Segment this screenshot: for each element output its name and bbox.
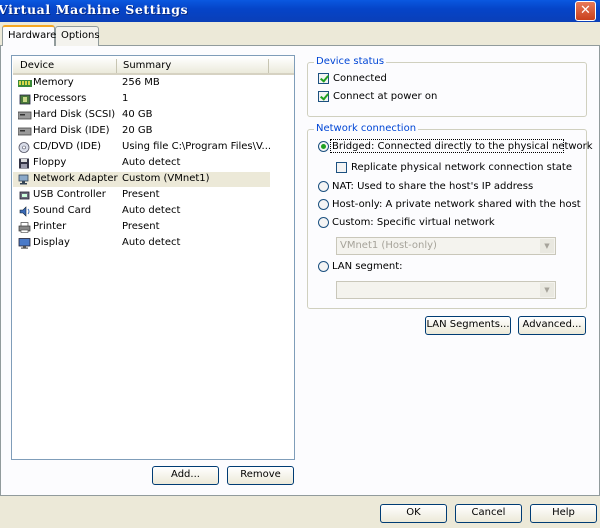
- chevron-down-icon: ▼: [540, 283, 554, 297]
- device-row-floppy[interactable]: Floppy Auto detect: [13, 156, 270, 171]
- device-status-title: Device status: [314, 56, 387, 67]
- device-list-header: Device Summary: [13, 57, 270, 75]
- lan-segments-button[interactable]: LAN Segments...: [425, 316, 511, 335]
- add-button[interactable]: Add...: [152, 466, 219, 485]
- window-title: Virtual Machine Settings: [0, 2, 189, 17]
- custom-network-value: VMnet1 (Host-only): [340, 240, 437, 251]
- device-summary: 1: [122, 93, 129, 104]
- host-only-radio[interactable]: [318, 199, 329, 210]
- replicate-state-label: Replicate physical network connection st…: [351, 162, 573, 173]
- device-summary: Using file C:\Program Files\V...: [122, 141, 272, 152]
- device-summary: Custom (VMnet1): [122, 173, 210, 184]
- device-row-usb-controller[interactable]: USB Controller Present: [13, 188, 270, 203]
- connect-at-power-on-label: Connect at power on: [333, 91, 438, 102]
- lan-segment-label: LAN segment:: [332, 261, 403, 272]
- device-name: Floppy: [33, 157, 67, 168]
- device-summary: Auto detect: [122, 237, 181, 248]
- tab-options[interactable]: Options: [55, 26, 100, 46]
- column-header-device[interactable]: Device: [20, 60, 54, 71]
- connected-label: Connected: [333, 73, 387, 84]
- nat-label: NAT: Used to share the host's IP address: [332, 181, 534, 192]
- device-summary: Auto detect: [122, 205, 181, 216]
- device-name: Sound Card: [33, 205, 92, 216]
- device-row-hard-disk-scsi[interactable]: Hard Disk (SCSI) 40 GB: [13, 108, 270, 123]
- custom-label: Custom: Specific virtual network: [332, 217, 495, 228]
- sound-card-icon: [19, 206, 30, 217]
- device-row-hard-disk-ide[interactable]: Hard Disk (IDE) 20 GB: [13, 124, 270, 139]
- device-row-sound-card[interactable]: Sound Card Auto detect: [13, 204, 270, 219]
- device-summary: Auto detect: [122, 157, 181, 168]
- device-row-cd-dvd[interactable]: CD/DVD (IDE) Using file C:\Program Files…: [13, 140, 272, 155]
- title-bar: Virtual Machine Settings ✕: [0, 0, 600, 22]
- bridged-label: Bridged: Connected directly to the physi…: [332, 141, 593, 152]
- device-name: Printer: [33, 221, 67, 232]
- device-name: CD/DVD (IDE): [33, 141, 102, 152]
- floppy-icon: [19, 158, 29, 169]
- remove-button[interactable]: Remove: [227, 466, 294, 485]
- lan-segment-select[interactable]: ▼: [336, 281, 556, 299]
- device-row-network-adapter[interactable]: Network Adapter Custom (VMnet1): [13, 172, 270, 187]
- device-summary: 20 GB: [122, 125, 153, 136]
- device-list[interactable]: Device Summary Memory 256 MB Processors …: [11, 55, 295, 460]
- device-name: Display: [33, 237, 70, 248]
- device-name: Hard Disk (SCSI): [33, 109, 116, 120]
- cancel-button[interactable]: Cancel: [455, 504, 522, 523]
- usb-icon: [19, 191, 30, 200]
- replicate-state-checkbox[interactable]: [336, 162, 347, 173]
- display-icon: [18, 238, 31, 249]
- device-summary: Present: [122, 189, 160, 200]
- device-name: Processors: [33, 93, 87, 104]
- device-status-group: Device status: [307, 56, 587, 117]
- network-adapter-icon: [18, 174, 29, 185]
- network-connection-title: Network connection: [314, 123, 419, 134]
- memory-icon: [18, 80, 32, 87]
- printer-icon: [18, 222, 31, 233]
- hard-disk-icon: [18, 127, 32, 136]
- connected-checkbox[interactable]: [318, 73, 329, 84]
- nat-radio[interactable]: [318, 181, 329, 192]
- device-name: Memory: [33, 77, 74, 88]
- device-name: Network Adapter: [33, 173, 118, 184]
- device-summary: 40 GB: [122, 109, 153, 120]
- chevron-down-icon: ▼: [540, 239, 554, 253]
- device-row-display[interactable]: Display Auto detect: [13, 236, 270, 251]
- device-row-memory[interactable]: Memory 256 MB: [13, 76, 270, 91]
- custom-radio[interactable]: [318, 217, 329, 228]
- ok-button[interactable]: OK: [380, 504, 447, 523]
- device-row-printer[interactable]: Printer Present: [13, 220, 270, 235]
- column-header-summary[interactable]: Summary: [123, 60, 171, 71]
- cd-dvd-icon: [18, 142, 30, 153]
- device-row-processors[interactable]: Processors 1: [13, 92, 270, 107]
- tab-hardware[interactable]: Hardware: [2, 25, 56, 46]
- device-name: Hard Disk (IDE): [33, 125, 110, 136]
- lan-segment-radio[interactable]: [318, 261, 329, 272]
- processor-icon: [19, 94, 31, 105]
- device-name: USB Controller: [33, 189, 106, 200]
- close-button[interactable]: ✕: [575, 1, 596, 21]
- help-button[interactable]: Help: [530, 504, 597, 523]
- host-only-label: Host-only: A private network shared with…: [332, 199, 581, 210]
- device-summary: 256 MB: [122, 77, 160, 88]
- bridged-radio[interactable]: [318, 141, 329, 152]
- advanced-button[interactable]: Advanced...: [518, 316, 586, 335]
- custom-network-select[interactable]: VMnet1 (Host-only) ▼: [336, 237, 556, 255]
- device-summary: Present: [122, 221, 160, 232]
- hard-disk-icon: [18, 111, 32, 120]
- connect-at-power-on-checkbox[interactable]: [318, 91, 329, 102]
